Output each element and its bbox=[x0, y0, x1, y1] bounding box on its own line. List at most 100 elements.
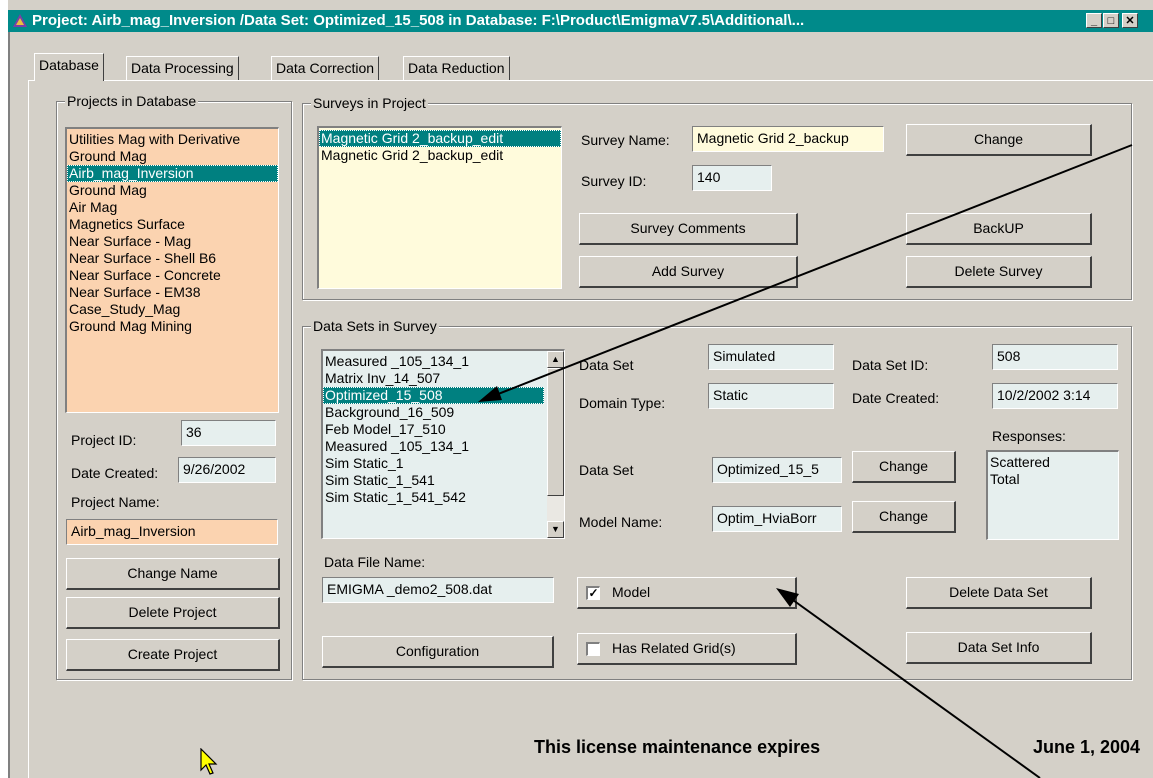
license-date: June 1, 2004 bbox=[1033, 737, 1141, 757]
responses-label: Responses: bbox=[992, 428, 1066, 444]
projects-list-items: Utilities Mag with Derivative Ground Mag A… bbox=[67, 131, 278, 335]
survey-name-input[interactable]: Magnetic Grid 2_backup bbox=[692, 126, 884, 152]
delete-project-button[interactable]: Delete Project bbox=[66, 597, 280, 629]
dataset-list-item[interactable]: Measured _105_134_1 bbox=[323, 438, 544, 455]
delete-data-set-button[interactable]: Delete Data Set bbox=[906, 577, 1092, 609]
scroll-up-icon[interactable]: ▲ bbox=[547, 351, 564, 368]
related-grid-checkbox-label: Has Related Grid(s) bbox=[612, 640, 736, 656]
responses-list-items: Scattered Total bbox=[988, 454, 1118, 488]
dataset-name-field: Optimized_15_5 bbox=[712, 457, 842, 483]
change-name-button[interactable]: Change Name bbox=[66, 558, 280, 590]
create-project-button[interactable]: Create Project bbox=[66, 639, 280, 671]
cursor-icon bbox=[200, 748, 218, 775]
tab-data-reduction[interactable]: Data Reduction bbox=[403, 56, 510, 80]
survey-list-item[interactable]: Magnetic Grid 2_backup_edit bbox=[319, 147, 561, 164]
project-list-item[interactable]: Case_Study_Mag bbox=[67, 301, 278, 318]
data-file-name-field: EMIGMA _demo2_508.dat bbox=[322, 577, 554, 603]
projects-list[interactable]: Utilities Mag with Derivative Ground Mag A… bbox=[65, 127, 279, 413]
survey-name-label: Survey Name: bbox=[581, 132, 670, 148]
project-list-item[interactable]: Near Surface - Shell B6 bbox=[67, 250, 278, 267]
data-set-info-button[interactable]: Data Set Info bbox=[906, 632, 1092, 664]
scroll-thumb[interactable] bbox=[547, 368, 564, 496]
project-list-item[interactable]: Ground Mag bbox=[67, 148, 278, 165]
title-bar[interactable]: Project: Airb_mag_Inversion /Data Set: O… bbox=[8, 10, 1153, 32]
projects-group-label: Projects in Database bbox=[65, 93, 199, 109]
dataset-date-created-field: 10/2/2002 3:14 bbox=[992, 383, 1118, 409]
license-text: This license maintenance expires bbox=[534, 737, 821, 757]
dataset-list-item[interactable]: Sim Static_1 bbox=[323, 455, 544, 472]
related-grid-checkbox-box[interactable] bbox=[586, 642, 600, 656]
dataset-list-item[interactable]: Optimized_15_508 bbox=[323, 387, 544, 404]
project-date-created-field: 9/26/2002 bbox=[178, 457, 276, 483]
datasets-list-items: Measured _105_134_1 Matrix Inv_14_507 Opti… bbox=[323, 353, 544, 506]
dataset-list-item[interactable]: Measured _105_134_1 bbox=[323, 353, 544, 370]
response-list-item[interactable]: Total bbox=[988, 471, 1118, 488]
tab-data-processing[interactable]: Data Processing bbox=[126, 56, 239, 80]
datasets-scrollbar[interactable]: ▲ ▼ bbox=[547, 351, 564, 538]
project-list-item[interactable]: Airb_mag_Inversion bbox=[67, 165, 278, 182]
tab-data-correction[interactable]: Data Correction bbox=[271, 56, 380, 80]
model-checkbox[interactable]: ✓ Model bbox=[577, 577, 797, 609]
add-survey-button[interactable]: Add Survey bbox=[579, 256, 798, 288]
dataset-type-label: Data Set bbox=[579, 357, 634, 373]
maximize-icon[interactable]: □ bbox=[1103, 13, 1119, 28]
responses-list[interactable]: Scattered Total bbox=[986, 450, 1119, 540]
related-grid-checkbox[interactable]: Has Related Grid(s) bbox=[577, 633, 797, 665]
close-icon[interactable]: ✕ bbox=[1122, 13, 1138, 28]
surveys-list-items: Magnetic Grid 2_backup_edit Magnetic Grid… bbox=[319, 130, 561, 164]
project-list-item[interactable]: Magnetics Surface bbox=[67, 216, 278, 233]
scroll-down-icon[interactable]: ▼ bbox=[547, 521, 564, 538]
dataset-id-field: 508 bbox=[992, 344, 1118, 370]
datasets-group-label: Data Sets in Survey bbox=[311, 318, 439, 334]
project-id-label: Project ID: bbox=[71, 432, 137, 448]
project-list-item[interactable]: Utilities Mag with Derivative bbox=[67, 131, 278, 148]
survey-id-label: Survey ID: bbox=[581, 173, 647, 189]
dataset-list-item[interactable]: Matrix Inv_14_507 bbox=[323, 370, 544, 387]
tab-database[interactable]: Database bbox=[34, 53, 104, 81]
model-name-label: Model Name: bbox=[579, 514, 663, 530]
delete-survey-button[interactable]: Delete Survey bbox=[906, 256, 1092, 288]
project-list-item[interactable]: Air Mag bbox=[67, 199, 278, 216]
project-name-input[interactable]: Airb_mag_Inversion bbox=[66, 519, 278, 545]
response-list-item[interactable]: Scattered bbox=[988, 454, 1118, 471]
survey-list-item[interactable]: Magnetic Grid 2_backup_edit bbox=[319, 130, 561, 147]
dataset-id-label: Data Set ID: bbox=[852, 357, 929, 373]
project-id-field: 36 bbox=[181, 420, 276, 446]
window-title: Project: Airb_mag_Inversion /Data Set: O… bbox=[32, 12, 805, 29]
window-left-margin bbox=[0, 0, 8, 778]
data-file-name-label: Data File Name: bbox=[324, 554, 426, 570]
model-checkbox-label: Model bbox=[612, 584, 651, 600]
project-list-item[interactable]: Near Surface - EM38 bbox=[67, 284, 278, 301]
domain-type-field: Static bbox=[708, 383, 834, 409]
project-date-created-label: Date Created: bbox=[71, 465, 159, 481]
minimize-icon[interactable]: _ bbox=[1086, 13, 1102, 28]
survey-id-field: 140 bbox=[692, 165, 772, 191]
backup-button[interactable]: BackUP bbox=[906, 213, 1092, 245]
surveys-group-label: Surveys in Project bbox=[311, 95, 428, 111]
model-checkbox-box[interactable]: ✓ bbox=[586, 586, 600, 600]
configuration-button[interactable]: Configuration bbox=[322, 636, 554, 668]
project-list-item[interactable]: Ground Mag bbox=[67, 182, 278, 199]
datasets-list[interactable]: Measured _105_134_1 Matrix Inv_14_507 Opti… bbox=[321, 349, 565, 539]
dataset-list-item[interactable]: Background_16_509 bbox=[323, 404, 544, 421]
main-window: Project: Airb_mag_Inversion /Data Set: O… bbox=[0, 0, 1153, 778]
project-list-item[interactable]: Near Surface - Mag bbox=[67, 233, 278, 250]
project-list-item[interactable]: Near Surface - Concrete bbox=[67, 267, 278, 284]
survey-comments-button[interactable]: Survey Comments bbox=[579, 213, 798, 245]
dataset-name-label: Data Set bbox=[579, 462, 634, 478]
dataset-list-item[interactable]: Sim Static_1_541 bbox=[323, 472, 544, 489]
dataset-list-item[interactable]: Sim Static_1_541_542 bbox=[323, 489, 544, 506]
project-list-item[interactable]: Ground Mag Mining bbox=[67, 318, 278, 335]
domain-type-label: Domain Type: bbox=[579, 395, 666, 411]
window-left-border bbox=[8, 32, 10, 778]
app-icon bbox=[12, 13, 28, 29]
survey-change-button[interactable]: Change bbox=[906, 124, 1092, 156]
model-change-button[interactable]: Change bbox=[852, 501, 956, 533]
dataset-date-created-label: Date Created: bbox=[852, 390, 940, 406]
model-name-field: Optim_HviaBorr bbox=[712, 506, 842, 532]
project-name-label: Project Name: bbox=[71, 494, 160, 510]
dataset-list-item[interactable]: Feb Model_17_510 bbox=[323, 421, 544, 438]
surveys-list[interactable]: Magnetic Grid 2_backup_edit Magnetic Grid… bbox=[317, 126, 562, 289]
dataset-change-button[interactable]: Change bbox=[852, 451, 956, 483]
dataset-type-field: Simulated bbox=[708, 344, 834, 370]
